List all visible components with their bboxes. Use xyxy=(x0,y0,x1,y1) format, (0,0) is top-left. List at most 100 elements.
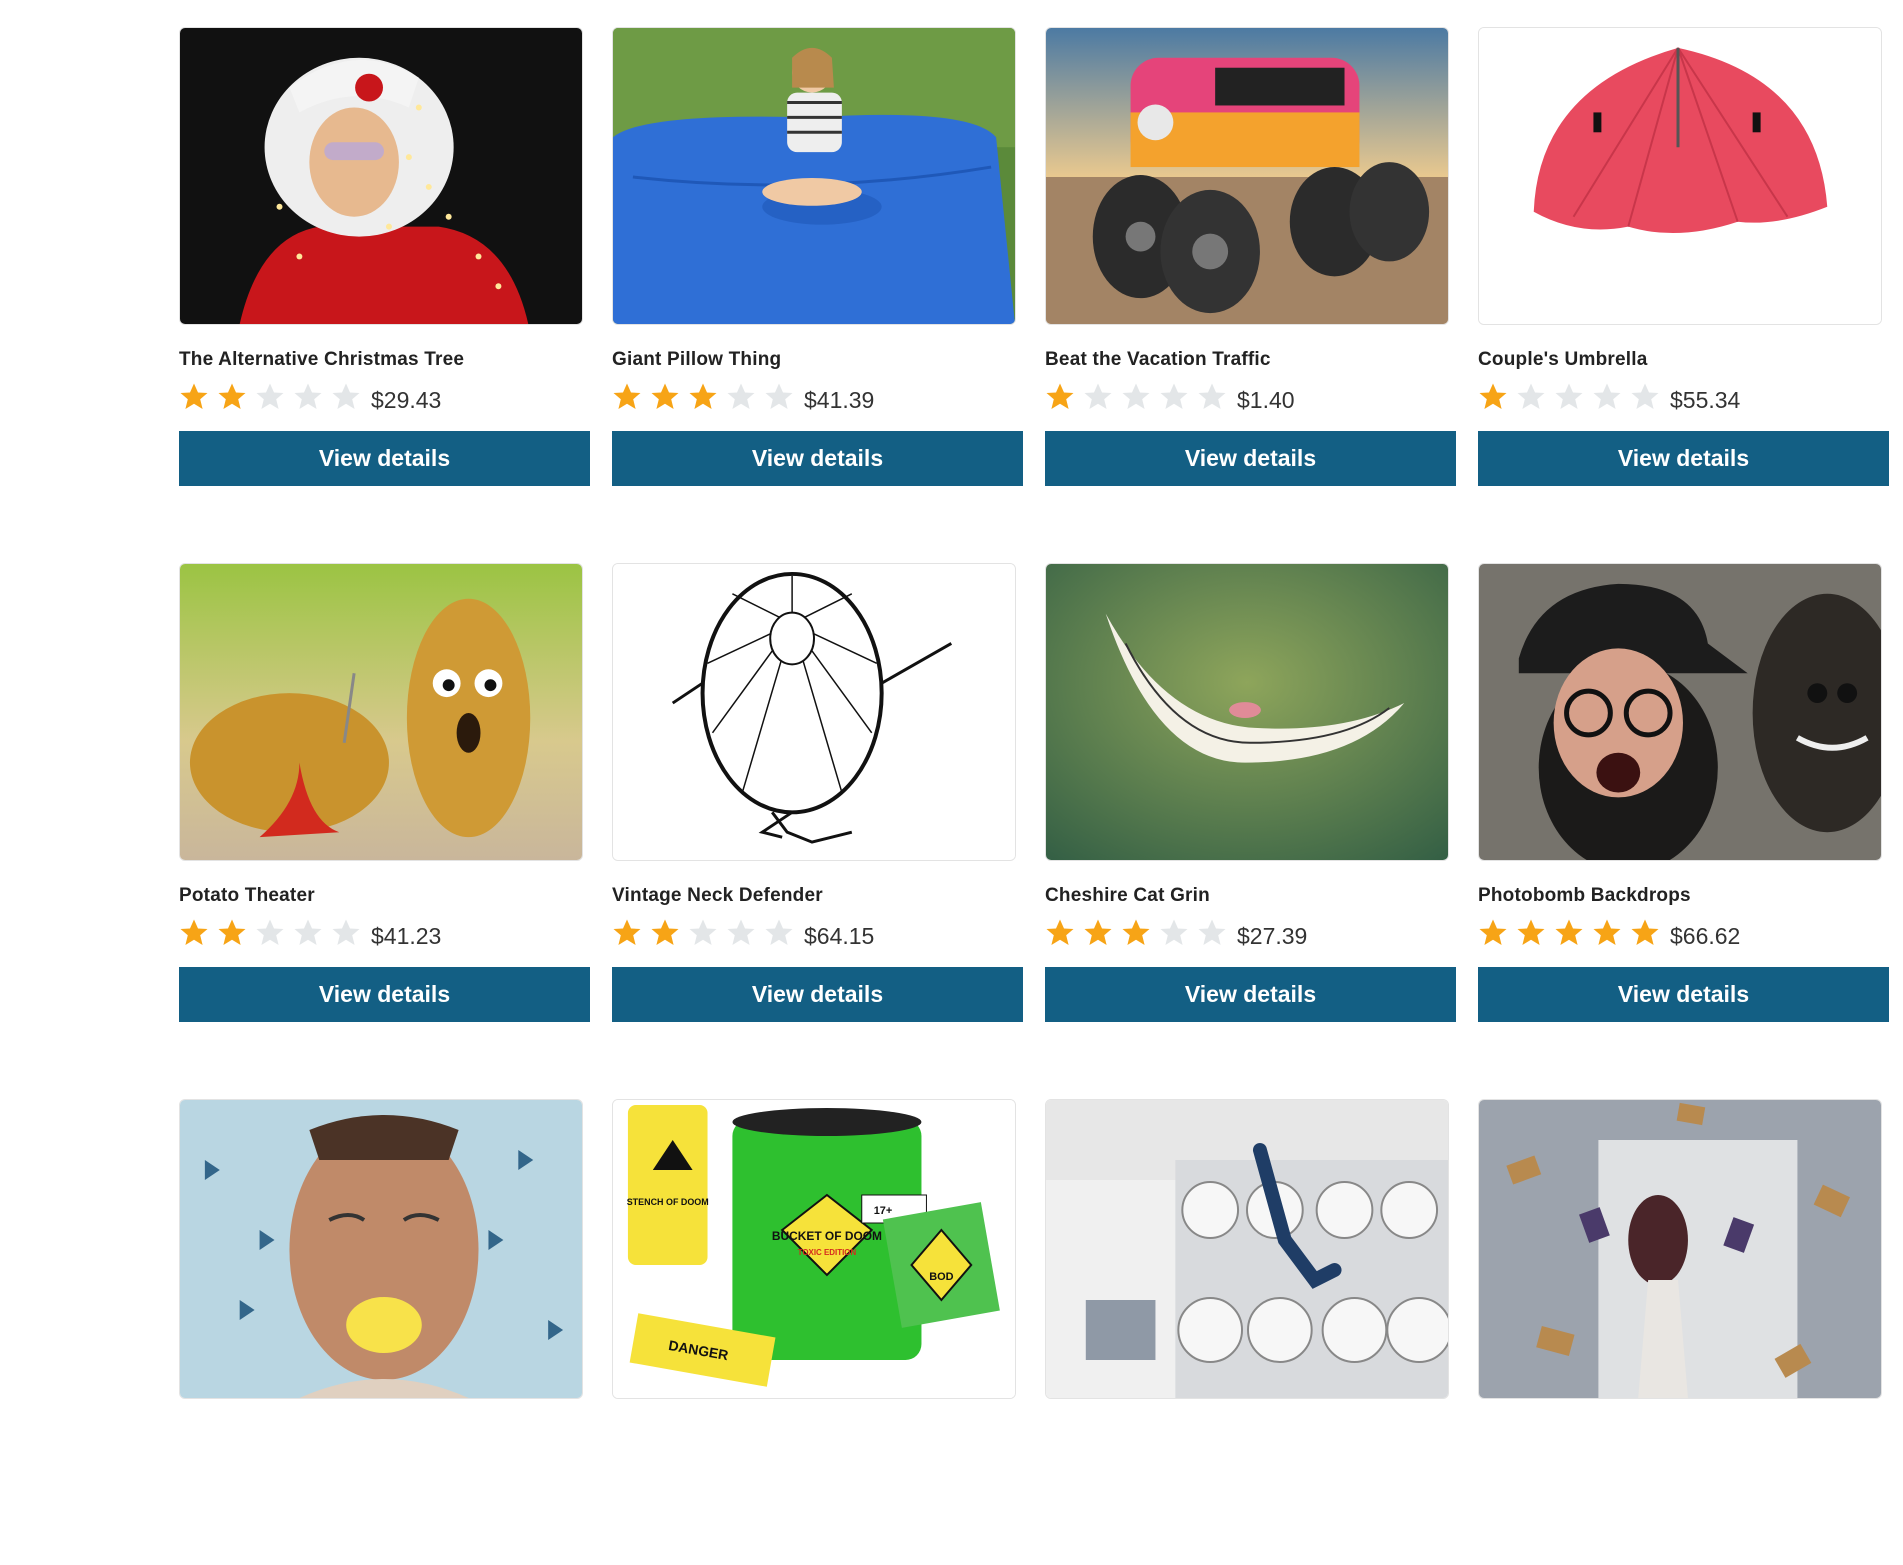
view-details-button[interactable]: View details xyxy=(179,967,590,1022)
star-empty-icon xyxy=(1555,383,1583,409)
product-card: Cheshire Cat Grin $27.39 View details xyxy=(1045,563,1456,1029)
product-image[interactable] xyxy=(1045,27,1449,325)
product-price: $66.62 xyxy=(1670,922,1741,949)
star-empty-icon xyxy=(1160,383,1188,409)
product-image[interactable] xyxy=(179,27,583,325)
product-image[interactable] xyxy=(179,563,583,861)
product-image[interactable] xyxy=(1478,27,1882,325)
product-image[interactable] xyxy=(1478,563,1882,861)
star-filled-icon xyxy=(1517,919,1545,945)
star-empty-icon xyxy=(294,919,322,945)
star-filled-icon xyxy=(651,383,679,409)
star-empty-icon xyxy=(256,919,284,945)
star-filled-icon xyxy=(180,383,208,409)
star-rating xyxy=(612,918,794,948)
product-image[interactable] xyxy=(1478,1099,1882,1399)
product-price: $29.43 xyxy=(371,386,442,413)
star-empty-icon xyxy=(1122,383,1150,409)
product-title[interactable]: Photobomb Backdrops xyxy=(1478,885,1889,907)
product-image[interactable]: STENCH OF DOOM BUCKET OF DOOM TOXIC EDIT… xyxy=(612,1099,1016,1399)
star-empty-icon xyxy=(1084,383,1112,409)
star-empty-icon xyxy=(727,383,755,409)
product-meta: $1.40 xyxy=(1045,380,1456,414)
star-empty-icon xyxy=(1160,919,1188,945)
product-card: Beat the Vacation Traffic $1.40 View det… xyxy=(1045,27,1456,493)
star-rating xyxy=(1045,918,1227,948)
star-filled-icon xyxy=(1479,919,1507,945)
product-card: The Alternative Christmas Tree $29.43 Vi… xyxy=(179,27,590,493)
product-image[interactable] xyxy=(1045,563,1449,861)
star-filled-icon xyxy=(180,919,208,945)
product-title[interactable]: Potato Theater xyxy=(179,885,590,907)
product-image[interactable] xyxy=(612,563,1016,861)
product-card: Photobomb Backdrops $66.62 View details xyxy=(1478,563,1889,1029)
star-rating xyxy=(179,918,361,948)
product-title[interactable]: Vintage Neck Defender xyxy=(612,885,1023,907)
star-empty-icon xyxy=(1198,919,1226,945)
view-details-button[interactable]: View details xyxy=(1478,431,1889,486)
star-filled-icon xyxy=(218,919,246,945)
product-title[interactable]: Beat the Vacation Traffic xyxy=(1045,349,1456,371)
star-empty-icon xyxy=(332,919,360,945)
product-card: Potato Theater $41.23 View details xyxy=(179,563,590,1029)
star-filled-icon xyxy=(1084,919,1112,945)
star-filled-icon xyxy=(218,383,246,409)
star-filled-icon xyxy=(1046,919,1074,945)
product-image[interactable] xyxy=(179,1099,583,1399)
product-image[interactable] xyxy=(612,27,1016,325)
star-filled-icon xyxy=(1479,383,1507,409)
product-meta: $66.62 xyxy=(1478,916,1889,950)
pack-label-text: STENCH OF DOOM xyxy=(627,1197,709,1207)
star-filled-icon xyxy=(689,383,717,409)
star-filled-icon xyxy=(1631,919,1659,945)
product-meta: $41.39 xyxy=(612,380,1023,414)
product-price: $1.40 xyxy=(1237,386,1295,413)
bucket-edition-text: TOXIC EDITION xyxy=(798,1248,857,1257)
product-title[interactable]: Giant Pillow Thing xyxy=(612,349,1023,371)
product-meta: $29.43 xyxy=(179,380,590,414)
star-filled-icon xyxy=(613,919,641,945)
product-price: $41.23 xyxy=(371,922,442,949)
product-card xyxy=(1045,1099,1456,1565)
star-rating xyxy=(1045,382,1227,412)
product-title[interactable]: Cheshire Cat Grin xyxy=(1045,885,1456,907)
product-card: STENCH OF DOOM BUCKET OF DOOM TOXIC EDIT… xyxy=(612,1099,1023,1565)
star-empty-icon xyxy=(765,919,793,945)
star-filled-icon xyxy=(1593,919,1621,945)
product-card: Giant Pillow Thing $41.39 View details xyxy=(612,27,1023,493)
product-grid: The Alternative Christmas Tree $29.43 Vi… xyxy=(179,27,1889,1565)
view-details-button[interactable]: View details xyxy=(1045,967,1456,1022)
bucket-label-text: BUCKET OF DOOM xyxy=(772,1229,882,1243)
star-empty-icon xyxy=(727,919,755,945)
view-details-button[interactable]: View details xyxy=(1478,967,1889,1022)
product-price: $41.39 xyxy=(804,386,875,413)
star-filled-icon xyxy=(1555,919,1583,945)
product-price: $64.15 xyxy=(804,922,875,949)
view-details-button[interactable]: View details xyxy=(179,431,590,486)
view-details-button[interactable]: View details xyxy=(1045,431,1456,486)
star-empty-icon xyxy=(765,383,793,409)
product-price: $55.34 xyxy=(1670,386,1741,413)
star-filled-icon xyxy=(1122,919,1150,945)
view-details-button[interactable]: View details xyxy=(612,431,1023,486)
product-image[interactable] xyxy=(1045,1099,1449,1399)
product-meta: $55.34 xyxy=(1478,380,1889,414)
view-details-button[interactable]: View details xyxy=(612,967,1023,1022)
product-meta: $41.23 xyxy=(179,916,590,950)
product-title[interactable]: Couple's Umbrella xyxy=(1478,349,1889,371)
star-empty-icon xyxy=(1198,383,1226,409)
card-label-text: BOD xyxy=(929,1271,953,1283)
star-filled-icon xyxy=(613,383,641,409)
star-rating xyxy=(179,382,361,412)
star-empty-icon xyxy=(256,383,284,409)
star-rating xyxy=(612,382,794,412)
product-card: Couple's Umbrella $55.34 View details xyxy=(1478,27,1889,493)
star-rating xyxy=(1478,382,1660,412)
star-empty-icon xyxy=(1593,383,1621,409)
product-title[interactable]: The Alternative Christmas Tree xyxy=(179,349,590,371)
star-empty-icon xyxy=(1631,383,1659,409)
product-meta: $27.39 xyxy=(1045,916,1456,950)
product-meta: $64.15 xyxy=(612,916,1023,950)
product-card xyxy=(179,1099,590,1565)
star-empty-icon xyxy=(332,383,360,409)
